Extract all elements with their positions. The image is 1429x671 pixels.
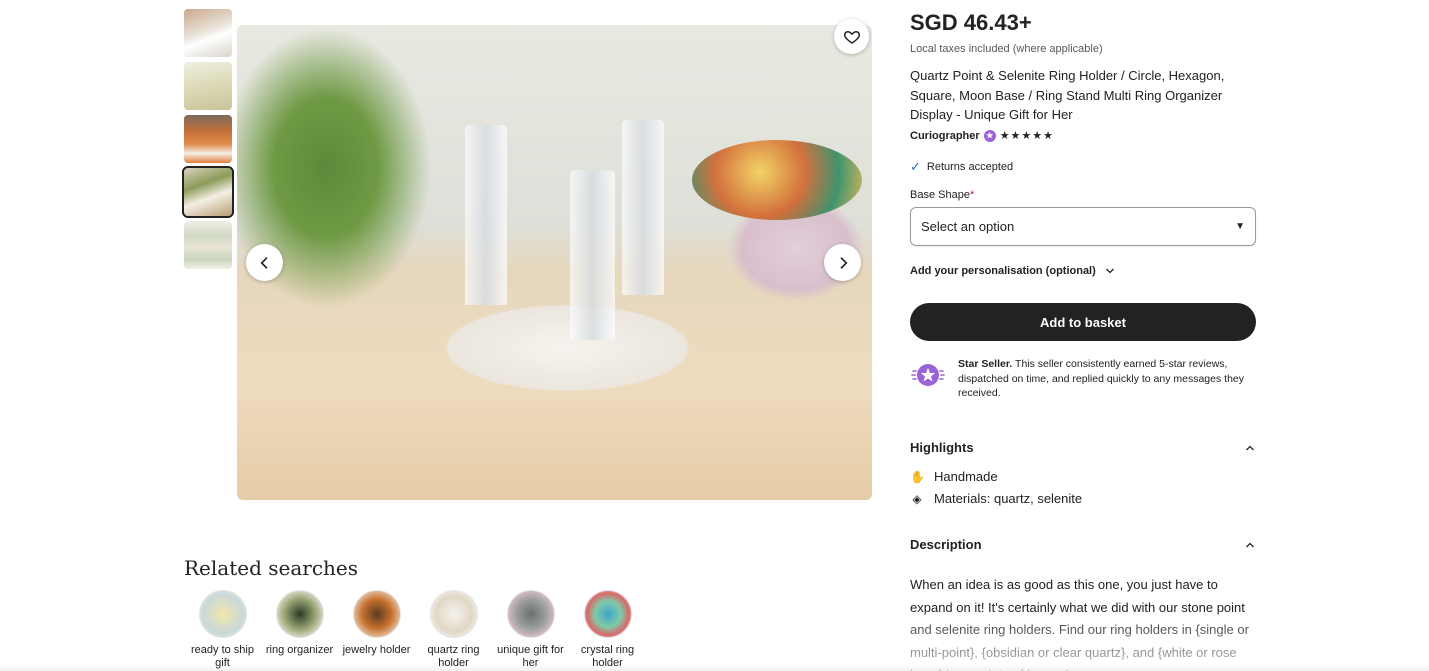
thumbnail-2[interactable] xyxy=(184,62,232,110)
required-mark: * xyxy=(969,189,975,201)
hand-icon: ✋ xyxy=(910,469,925,484)
rating-stars[interactable]: ★★★★★ xyxy=(1000,129,1054,142)
thumbnail-4[interactable] xyxy=(182,166,234,218)
product-price: SGD 46.43+ xyxy=(910,10,1032,35)
highlight-item: ✋ Handmade xyxy=(910,469,998,484)
related-search-item[interactable]: jewelry holder xyxy=(338,590,415,670)
chevron-right-icon xyxy=(839,256,848,269)
related-searches-list: ready to ship gift ring organizer jewelr… xyxy=(184,590,646,670)
chevron-down-icon xyxy=(1105,268,1114,274)
star-seller-badge-icon: ★ xyxy=(983,129,996,142)
thumbnail-1[interactable] xyxy=(184,9,232,57)
caret-down-icon: ▼ xyxy=(1235,221,1245,232)
related-search-item[interactable]: ring organizer xyxy=(261,590,338,670)
chevron-left-icon xyxy=(259,256,268,269)
related-search-item[interactable]: ready to ship gift xyxy=(184,590,261,670)
chevron-up-icon xyxy=(1246,542,1254,547)
highlight-item: ◈ Materials: quartz, selenite xyxy=(910,491,1082,506)
thumbnail-5[interactable] xyxy=(184,221,232,269)
related-search-item[interactable]: unique gift for her xyxy=(492,590,569,670)
highlight-label: Materials: quartz, selenite xyxy=(934,491,1083,506)
seller-name[interactable]: Curiographer xyxy=(910,130,980,142)
related-search-label: jewelry holder xyxy=(342,644,411,656)
favorite-button[interactable] xyxy=(834,19,869,54)
base-shape-select[interactable]: Select an option ▼ xyxy=(910,207,1256,246)
returns-label: Returns accepted xyxy=(926,161,1014,173)
add-to-basket-button[interactable]: Add to basket xyxy=(910,303,1256,341)
product-image[interactable] xyxy=(237,25,872,500)
description-fade xyxy=(910,610,1256,671)
star-seller-heading: Star Seller. xyxy=(958,358,1013,370)
next-image-button[interactable] xyxy=(824,244,861,281)
highlight-label: Handmade xyxy=(934,469,998,484)
related-search-image xyxy=(275,590,324,638)
heart-icon xyxy=(843,30,860,44)
decor-box xyxy=(692,140,862,220)
seller-row: Curiographer ★ ★★★★★ xyxy=(910,129,1054,142)
personalisation-label: Add your personalisation (optional) xyxy=(910,265,1096,277)
related-search-image xyxy=(352,590,401,638)
personalisation-toggle[interactable]: Add your personalisation (optional) xyxy=(910,265,1116,277)
chevron-up-icon xyxy=(1246,445,1254,450)
related-search-image xyxy=(506,590,555,638)
thumbnail-strip xyxy=(182,9,234,274)
bottom-bar-shadow xyxy=(0,664,1429,671)
option-label-text: Base Shape xyxy=(910,189,970,201)
star-seller-text: Star Seller. This seller consistently ea… xyxy=(958,357,1253,401)
highlights-header[interactable]: Highlights xyxy=(910,440,1256,455)
related-search-item[interactable]: quartz ring holder xyxy=(415,590,492,670)
related-searches-title: Related searches xyxy=(184,556,359,580)
star-seller-info: Star Seller. This seller consistently ea… xyxy=(910,357,1256,401)
previous-image-button[interactable] xyxy=(246,244,283,281)
tax-note: Local taxes included (where applicable) xyxy=(910,43,1103,55)
description-header[interactable]: Description xyxy=(910,537,1256,552)
crystal-point xyxy=(570,170,615,340)
crystal-point xyxy=(465,125,507,305)
related-search-image xyxy=(198,590,247,638)
materials-icon: ◈ xyxy=(912,491,922,506)
select-value: Select an option xyxy=(921,219,1015,234)
highlights-title: Highlights xyxy=(910,440,974,455)
product-title: Quartz Point & Selenite Ring Holder / Ci… xyxy=(910,68,1225,122)
description-title: Description xyxy=(910,537,982,552)
crystal-point xyxy=(622,120,664,295)
returns-info: ✓ Returns accepted xyxy=(910,159,1013,175)
related-search-image xyxy=(429,590,478,638)
thumbnail-3[interactable] xyxy=(184,115,232,163)
related-search-label: ring organizer xyxy=(265,644,334,656)
related-search-image xyxy=(583,590,632,638)
star-seller-icon xyxy=(910,357,946,393)
checkmark-icon: ✓ xyxy=(910,159,921,174)
related-search-item[interactable]: crystal ring holder xyxy=(569,590,646,670)
option-label: Base Shape* xyxy=(910,189,974,201)
